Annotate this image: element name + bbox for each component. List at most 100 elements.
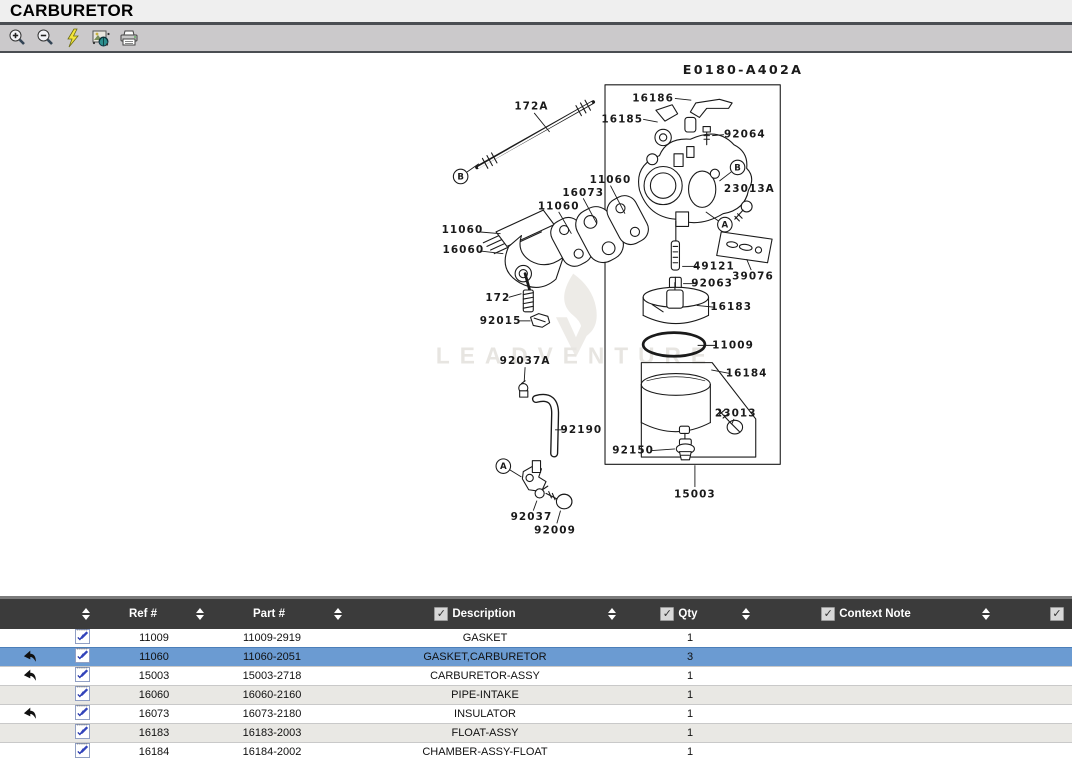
return-arrow-icon (21, 668, 38, 684)
cell-part: 16073-2180 (202, 705, 342, 723)
table-row[interactable]: 1618416184-2002CHAMBER-ASSY-FLOAT1 (0, 742, 1072, 761)
sort-icon[interactable] (608, 608, 616, 620)
header-spacer (0, 599, 70, 629)
interactive-toggle-button[interactable] (61, 27, 85, 49)
page-title: CARBURETOR (10, 1, 134, 21)
image-export-button[interactable] (89, 27, 113, 49)
return-arrow-button[interactable] (21, 706, 38, 722)
diagram-code: E0180-A402A (683, 62, 803, 77)
note-icon (75, 743, 90, 758)
note-icon (75, 667, 90, 682)
part-label-16183[interactable]: 16183 (710, 301, 752, 313)
table-row[interactable]: 1106011060-2051GASKET,CARBURETOR3 (0, 647, 1072, 666)
callout-letter-A: A (722, 221, 729, 231)
part-label-11060[interactable]: 11060 (590, 174, 632, 186)
cell-description: CARBURETOR-ASSY (342, 667, 628, 685)
part-label-11060[interactable]: 11060 (538, 200, 580, 212)
return-arrow-button[interactable] (21, 668, 38, 684)
extra-column-checkbox[interactable]: ✓ (1050, 607, 1064, 621)
part-label-16073[interactable]: 16073 (562, 187, 604, 199)
note-button[interactable] (75, 686, 90, 704)
return-arrow-icon (21, 649, 38, 665)
cell-part: 11009-2919 (202, 629, 342, 647)
part-label-23013A[interactable]: 23013A (724, 183, 775, 195)
part-label-49121[interactable]: 49121 (693, 260, 735, 272)
part-label-92037A[interactable]: 92037A (500, 355, 551, 367)
sort-icon[interactable] (196, 608, 204, 620)
column-header-part[interactable]: Part # (216, 599, 322, 629)
part-label-92150[interactable]: 92150 (612, 445, 654, 457)
note-button[interactable] (75, 743, 90, 761)
table-row[interactable]: 1618316183-2003FLOAT-ASSY1 (0, 723, 1072, 742)
cell-part: 11060-2051 (202, 648, 342, 666)
note-icon (75, 705, 90, 720)
column-header-description[interactable]: ✓ Description (354, 599, 596, 629)
cell-context-note (752, 686, 1072, 704)
column-header-context-note[interactable]: ✓ Context Note (762, 599, 970, 629)
cell-context-note (752, 667, 1072, 685)
cell-ref: 11060 (106, 648, 202, 666)
table-header: Ref # Part # ✓ Description ✓ Qty ✓ Conte… (0, 599, 1072, 629)
part-label-92063[interactable]: 92063 (691, 278, 733, 290)
table-body: 1100911009-2919GASKET11106011060-2051GAS… (0, 629, 1072, 761)
part-label-16186[interactable]: 16186 (632, 92, 674, 104)
note-button[interactable] (75, 667, 90, 685)
context-note-checkbox[interactable]: ✓ (821, 607, 835, 621)
part-label-92064[interactable]: 92064 (724, 129, 766, 141)
part-label-39076[interactable]: 39076 (732, 270, 774, 282)
table-row[interactable]: 1100911009-2919GASKET1 (0, 629, 1072, 647)
part-label-16185[interactable]: 16185 (601, 113, 643, 125)
qty-checkbox[interactable]: ✓ (660, 607, 674, 621)
cell-ref: 15003 (106, 667, 202, 685)
print-button[interactable] (117, 27, 141, 49)
callout-letter-A: A (500, 462, 507, 472)
cell-description: INSULATOR (342, 705, 628, 723)
callout-letter-B: B (457, 172, 464, 182)
return-arrow-button[interactable] (21, 649, 38, 665)
carburetor-diagram: LEADVENTURE E0180-A402A (0, 53, 1072, 596)
sort-icon[interactable] (982, 608, 990, 620)
cell-qty: 3 (628, 648, 752, 666)
table-row[interactable]: 1607316073-2180INSULATOR1 (0, 704, 1072, 723)
note-button[interactable] (75, 629, 90, 647)
part-label-172A[interactable]: 172A (514, 101, 548, 113)
cell-description: GASKET (342, 629, 628, 647)
cell-part: 16183-2003 (202, 724, 342, 742)
note-button[interactable] (75, 648, 90, 666)
zoom-out-icon (35, 28, 55, 48)
part-label-23013[interactable]: 23013 (715, 407, 757, 419)
cell-qty: 1 (628, 667, 752, 685)
note-button[interactable] (75, 724, 90, 742)
zoom-in-button[interactable] (5, 27, 29, 49)
cell-qty: 1 (628, 724, 752, 742)
part-label-16184[interactable]: 16184 (726, 368, 768, 380)
sort-icon[interactable] (334, 608, 342, 620)
note-button[interactable] (75, 705, 90, 723)
table-row[interactable]: 1606016060-2160PIPE-INTAKE1 (0, 685, 1072, 704)
part-label-92009[interactable]: 92009 (534, 525, 576, 537)
sort-icon[interactable] (82, 608, 90, 620)
description-checkbox[interactable]: ✓ (434, 607, 448, 621)
part-label-172[interactable]: 172 (485, 292, 510, 304)
cell-ref: 11009 (106, 629, 202, 647)
column-header-qty[interactable]: ✓ Qty (628, 599, 730, 629)
cell-qty: 1 (628, 705, 752, 723)
part-label-92015[interactable]: 92015 (480, 315, 522, 327)
part-label-11060[interactable]: 11060 (442, 224, 484, 236)
column-header-ref[interactable]: Ref # (102, 599, 184, 629)
cell-ref: 16183 (106, 724, 202, 742)
part-label-11009[interactable]: 11009 (712, 339, 754, 351)
sort-icon[interactable] (742, 608, 750, 620)
zoom-out-button[interactable] (33, 27, 57, 49)
part-label-16060[interactable]: 16060 (442, 244, 484, 256)
part-label-92190[interactable]: 92190 (561, 424, 603, 436)
cell-description: GASKET,CARBURETOR (342, 648, 628, 666)
part-label-92037[interactable]: 92037 (511, 511, 553, 523)
part-label-15003[interactable]: 15003 (674, 488, 716, 500)
cell-qty: 1 (628, 743, 752, 761)
diagram-toolbar (0, 25, 1072, 53)
diagram-panel: LEADVENTURE E0180-A402A (0, 53, 1072, 596)
table-row[interactable]: 1500315003-2718CARBURETOR-ASSY1 (0, 666, 1072, 685)
lightning-icon (64, 28, 82, 48)
zoom-in-icon (7, 28, 27, 48)
